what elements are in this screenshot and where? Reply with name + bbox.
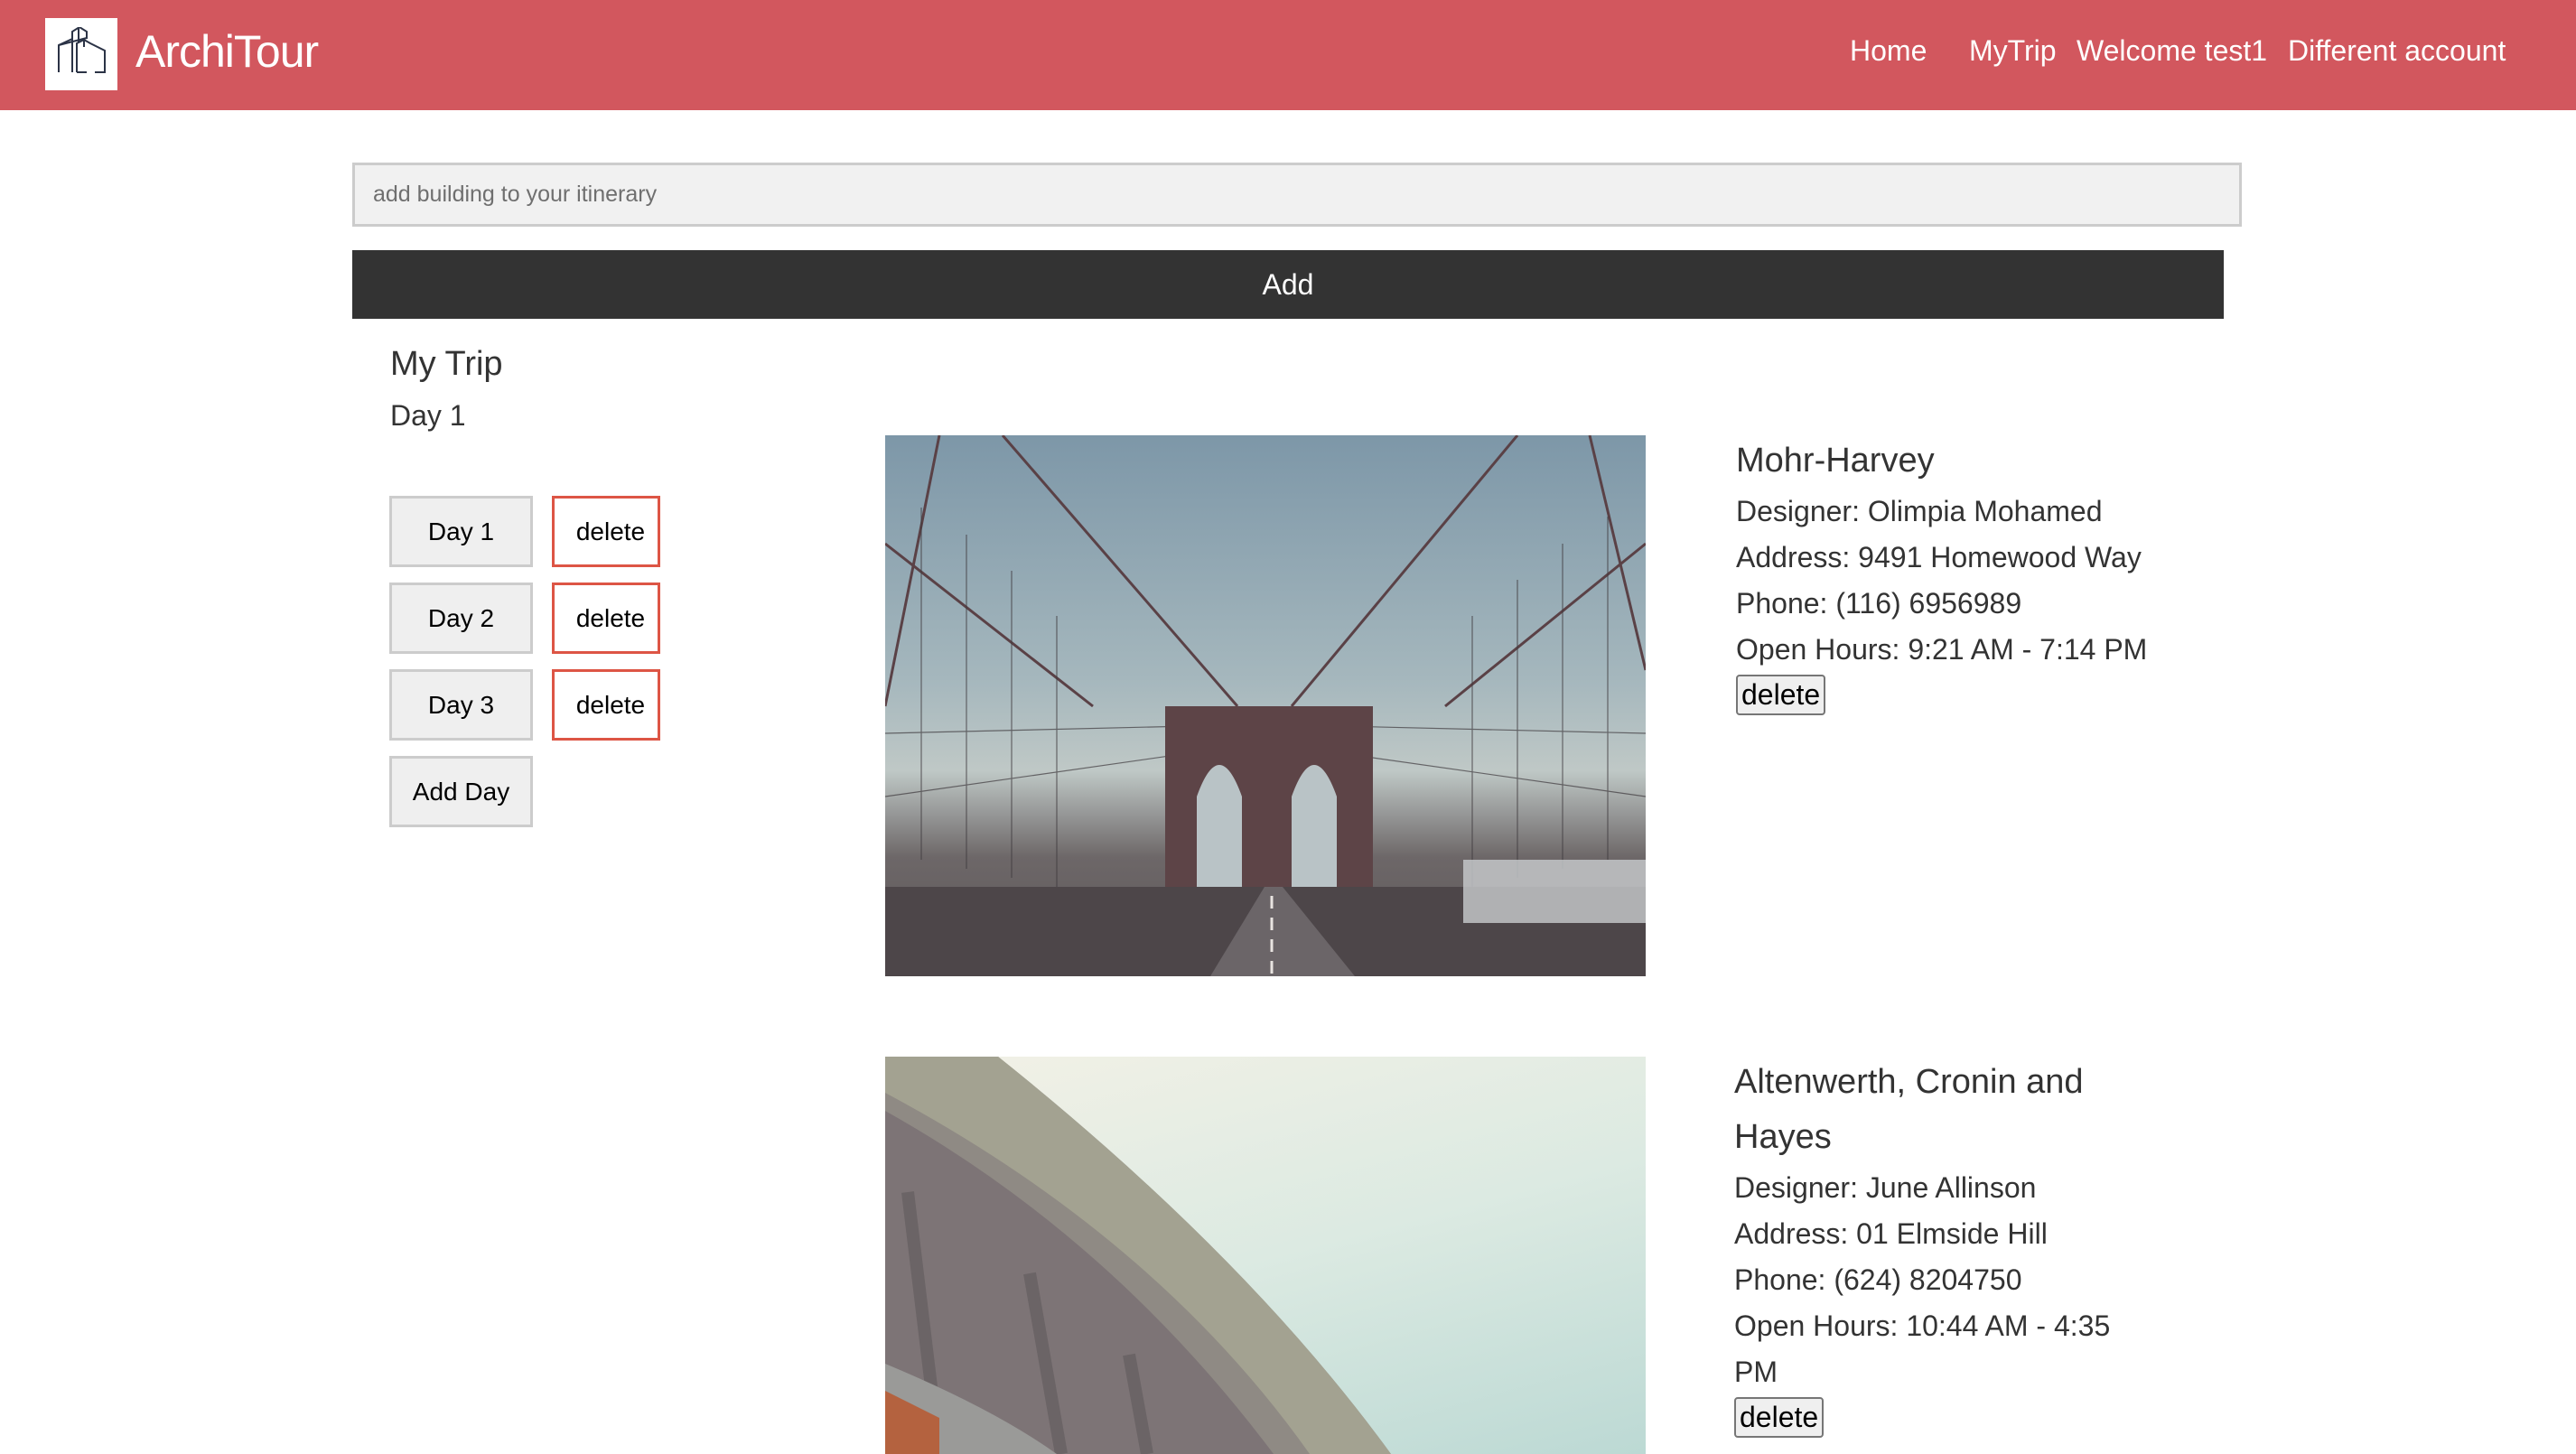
concrete-illustration bbox=[885, 1057, 1391, 1454]
building-address: Address: 01 Elmside Hill bbox=[1734, 1217, 2048, 1250]
delete-building-button[interactable]: delete bbox=[1734, 1397, 1825, 1438]
building-address: Address: 9491 Homewood Way bbox=[1736, 541, 2142, 573]
delete-building-button[interactable]: delete bbox=[1736, 675, 1826, 715]
current-day-heading: Day 1 bbox=[390, 399, 466, 432]
nav-mytrip[interactable]: MyTrip bbox=[1969, 34, 2057, 68]
delete-day-2-button[interactable]: delete bbox=[552, 583, 660, 654]
building-outline-icon bbox=[58, 27, 106, 73]
building-card-2: Altenwerth, Cronin and Hayes Designer: J… bbox=[1734, 1055, 2150, 1438]
delete-day-1-button[interactable]: delete bbox=[552, 496, 660, 567]
logo[interactable] bbox=[45, 18, 117, 90]
brand-title[interactable]: ArchiTour bbox=[135, 25, 319, 78]
building-phone: Phone: (624) 8204750 bbox=[1734, 1263, 2022, 1296]
building-name: Mohr-Harvey bbox=[1736, 442, 1935, 480]
add-day-button[interactable]: Add Day bbox=[389, 756, 533, 827]
brooklyn-bridge-photo bbox=[885, 435, 1646, 976]
day-3-button[interactable]: Day 3 bbox=[389, 669, 533, 741]
building-hours: Open Hours: 9:21 AM - 7:14 PM bbox=[1736, 633, 2148, 666]
building-name: Altenwerth, Cronin and Hayes bbox=[1734, 1063, 2084, 1156]
building-phone: Phone: (116) 6956989 bbox=[1736, 587, 2022, 620]
nav-welcome-user[interactable]: Welcome test1 bbox=[2077, 34, 2267, 68]
add-building-button[interactable]: Add bbox=[352, 250, 2224, 319]
curved-concrete-structure-photo bbox=[885, 1057, 1646, 1454]
delete-day-3-button[interactable]: delete bbox=[552, 669, 660, 741]
bridge-illustration bbox=[885, 435, 1646, 976]
building-designer: Designer: Olimpia Mohamed bbox=[1736, 495, 2103, 527]
building-card-1: Mohr-Harvey Designer: Olimpia Mohamed Ad… bbox=[1736, 433, 2147, 715]
add-building-input[interactable] bbox=[352, 163, 2242, 227]
building-designer: Designer: June Allinson bbox=[1734, 1171, 2037, 1204]
app-header: ArchiTour Home MyTrip Welcome test1 Diff… bbox=[0, 0, 2576, 110]
nav-home[interactable]: Home bbox=[1850, 34, 1927, 68]
nav-different-account[interactable]: Different account bbox=[2288, 34, 2506, 68]
building-hours: Open Hours: 10:44 AM - 4:35 PM bbox=[1734, 1310, 2111, 1388]
day-2-button[interactable]: Day 2 bbox=[389, 583, 533, 654]
my-trip-heading: My Trip bbox=[390, 345, 503, 383]
day-1-button[interactable]: Day 1 bbox=[389, 496, 533, 567]
